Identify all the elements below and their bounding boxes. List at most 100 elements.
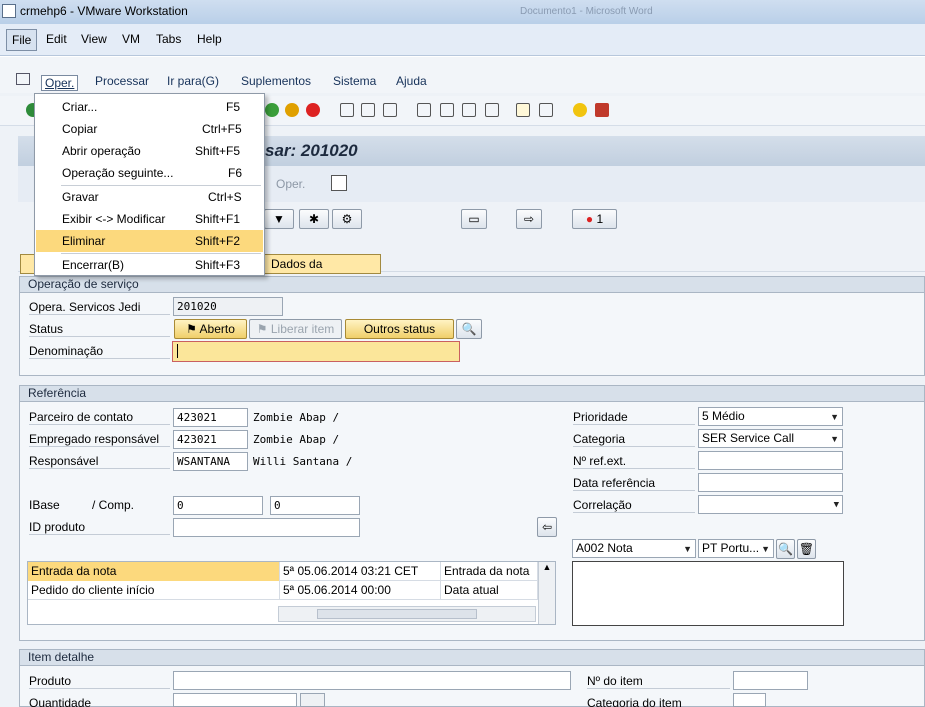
menu-item-encerrar[interactable]: Encerrar(B) Shift+F3: [36, 254, 263, 276]
text-cursor: [177, 344, 178, 358]
status-aberto-button[interactable]: ⚑ Aberto: [174, 319, 247, 339]
previous-page-icon[interactable]: [440, 103, 454, 117]
sap-menu-processar[interactable]: Processar: [95, 74, 149, 88]
settings-dropdown-button[interactable]: ⚙: [332, 209, 362, 229]
categoria-select[interactable]: SER Service Call: [698, 429, 843, 448]
cancel-icon[interactable]: [306, 103, 320, 117]
asterisk-dropdown-button[interactable]: ✱: [299, 209, 329, 229]
nota-type-select[interactable]: A002 Nota: [572, 539, 696, 558]
find-next-icon[interactable]: [383, 103, 397, 117]
quantidade-field[interactable]: [173, 693, 297, 707]
nota-language-select[interactable]: PT Portu...: [698, 539, 774, 558]
vmware-app-icon: [2, 4, 16, 18]
sap-window-icon[interactable]: [16, 73, 30, 85]
table-vertical-scrollbar[interactable]: ▲: [538, 562, 555, 624]
insert-icon[interactable]: ⇦: [537, 517, 557, 537]
sap-menu-oper[interactable]: Oper.: [41, 75, 79, 91]
refext-field[interactable]: [698, 451, 843, 470]
menu-item-criar[interactable]: Criar... F5: [36, 96, 263, 118]
parceiro-field[interactable]: 423021: [173, 408, 248, 427]
responsavel-label: Responsável: [29, 454, 170, 469]
categoria-item-label: Categoria do item: [587, 696, 730, 707]
vm-menu-tabs[interactable]: Tabs: [151, 29, 186, 51]
comp-label: / Comp.: [92, 498, 135, 512]
window-title-bar: crmehp6 - VMware Workstation Documento1 …: [0, 0, 925, 24]
prioridade-label: Prioridade: [573, 410, 695, 425]
nota-search-icon[interactable]: 🔍: [776, 539, 795, 559]
unit-field[interactable]: [300, 693, 325, 707]
menu-item-label: Gravar: [62, 190, 99, 204]
menu-item-shortcut: Shift+F3: [195, 258, 241, 272]
other-operation-icon[interactable]: [331, 175, 347, 191]
find-icon[interactable]: [361, 103, 375, 117]
vm-menu-view[interactable]: View: [76, 29, 112, 51]
liberar-item-button: ⚑ Liberar item: [249, 319, 342, 339]
oper-dropdown-menu: Criar... F5 Copiar Ctrl+F5 Abrir operaçã…: [34, 93, 265, 276]
flag-icon: ⚑: [186, 322, 197, 336]
vm-menu-edit[interactable]: Edit: [41, 29, 72, 51]
nota-text-area[interactable]: [572, 561, 844, 626]
layout-menu-icon[interactable]: [595, 103, 609, 117]
vm-menu-file[interactable]: File: [6, 29, 38, 51]
menu-item-shortcut: F5: [226, 100, 241, 114]
help-icon[interactable]: [573, 103, 587, 117]
denominacao-input[interactable]: [172, 341, 460, 362]
background-window-title: Documento1 - Microsoft Word: [520, 6, 653, 17]
menu-item-abrir-operacao[interactable]: Abrir operação Shift+F5: [36, 140, 263, 162]
menu-item-eliminar[interactable]: Eliminar Shift+F2: [36, 230, 263, 252]
sap-menu-sistema[interactable]: Sistema: [333, 74, 376, 88]
table-row[interactable]: Pedido do cliente início 5ª 05.06.2014 0…: [28, 581, 538, 600]
menu-item-gravar[interactable]: Gravar Ctrl+S: [36, 186, 263, 208]
first-page-icon[interactable]: [417, 103, 431, 117]
ibase-field[interactable]: 0: [173, 496, 263, 515]
vmware-menu-bar: File Edit View VM Tabs Help: [0, 24, 925, 56]
alert-button[interactable]: ● 1: [572, 209, 617, 229]
scroll-up-icon[interactable]: ▲: [539, 562, 555, 572]
sap-menu-ajuda[interactable]: Ajuda: [396, 74, 427, 88]
outros-status-button[interactable]: Outros status: [345, 319, 454, 339]
shortcut-icon[interactable]: [539, 103, 553, 117]
tab-dados-operacao[interactable]: Dados da operação: [264, 254, 381, 289]
back-icon[interactable]: [265, 103, 279, 117]
print-icon[interactable]: [340, 103, 354, 117]
new-session-icon[interactable]: [516, 103, 530, 117]
nitem-field[interactable]: [733, 671, 808, 690]
denominacao-label: Denominação: [29, 344, 170, 359]
table-horizontal-scrollbar[interactable]: [278, 606, 536, 622]
exit-icon[interactable]: [285, 103, 299, 117]
trash-icon[interactable]: 🗑: [797, 539, 816, 559]
last-page-icon[interactable]: [485, 103, 499, 117]
categoria-label: Categoria: [573, 432, 695, 447]
menu-item-copiar[interactable]: Copiar Ctrl+F5: [36, 118, 263, 140]
responsavel-field[interactable]: WSANTANA: [173, 452, 248, 471]
status-search-icon[interactable]: 🔍: [456, 319, 482, 339]
menu-item-shortcut: F6: [228, 166, 243, 180]
comp-field[interactable]: 0: [270, 496, 360, 515]
categoria-item-field[interactable]: [733, 693, 766, 707]
datareferencia-label: Data referência: [573, 476, 695, 491]
filter-dropdown-button[interactable]: ▼: [264, 209, 294, 229]
opera-label: Opera. Servicos Jedi: [29, 300, 170, 315]
table-row[interactable]: Entrada da nota 5ª 05.06.2014 03:21 CET …: [28, 562, 538, 581]
menu-item-operacao-seguinte[interactable]: Operação seguinte... F6: [36, 162, 263, 184]
empregado-field[interactable]: 423021: [173, 430, 248, 449]
folder-icon[interactable]: ▭: [461, 209, 487, 229]
menu-item-label: Criar...: [62, 100, 98, 114]
operacao-group-heading: Operação de serviço: [20, 277, 924, 293]
transfer-icon[interactable]: ⇨: [516, 209, 542, 229]
menu-item-exibir-modificar[interactable]: Exibir <-> Modificar Shift+F1: [36, 208, 263, 230]
vm-menu-help[interactable]: Help: [192, 29, 227, 51]
date-value: 5ª 05.06.2014 03:21 CET: [280, 562, 441, 581]
parceiro-label: Parceiro de contato: [29, 410, 170, 425]
correlacao-select[interactable]: [698, 495, 843, 514]
menu-item-label: Abrir operação: [62, 144, 141, 158]
scroll-thumb[interactable]: [317, 609, 477, 619]
datareferencia-field[interactable]: [698, 473, 843, 492]
prioridade-select[interactable]: 5 Médio: [698, 407, 843, 426]
vm-menu-vm[interactable]: VM: [117, 29, 145, 51]
next-page-icon[interactable]: [462, 103, 476, 117]
sap-menu-suplementos[interactable]: Suplementos: [241, 74, 311, 88]
produto-field[interactable]: [173, 671, 571, 690]
idproduto-field[interactable]: [173, 518, 360, 537]
sap-menu-ir-para[interactable]: Ir para(G): [167, 74, 219, 88]
